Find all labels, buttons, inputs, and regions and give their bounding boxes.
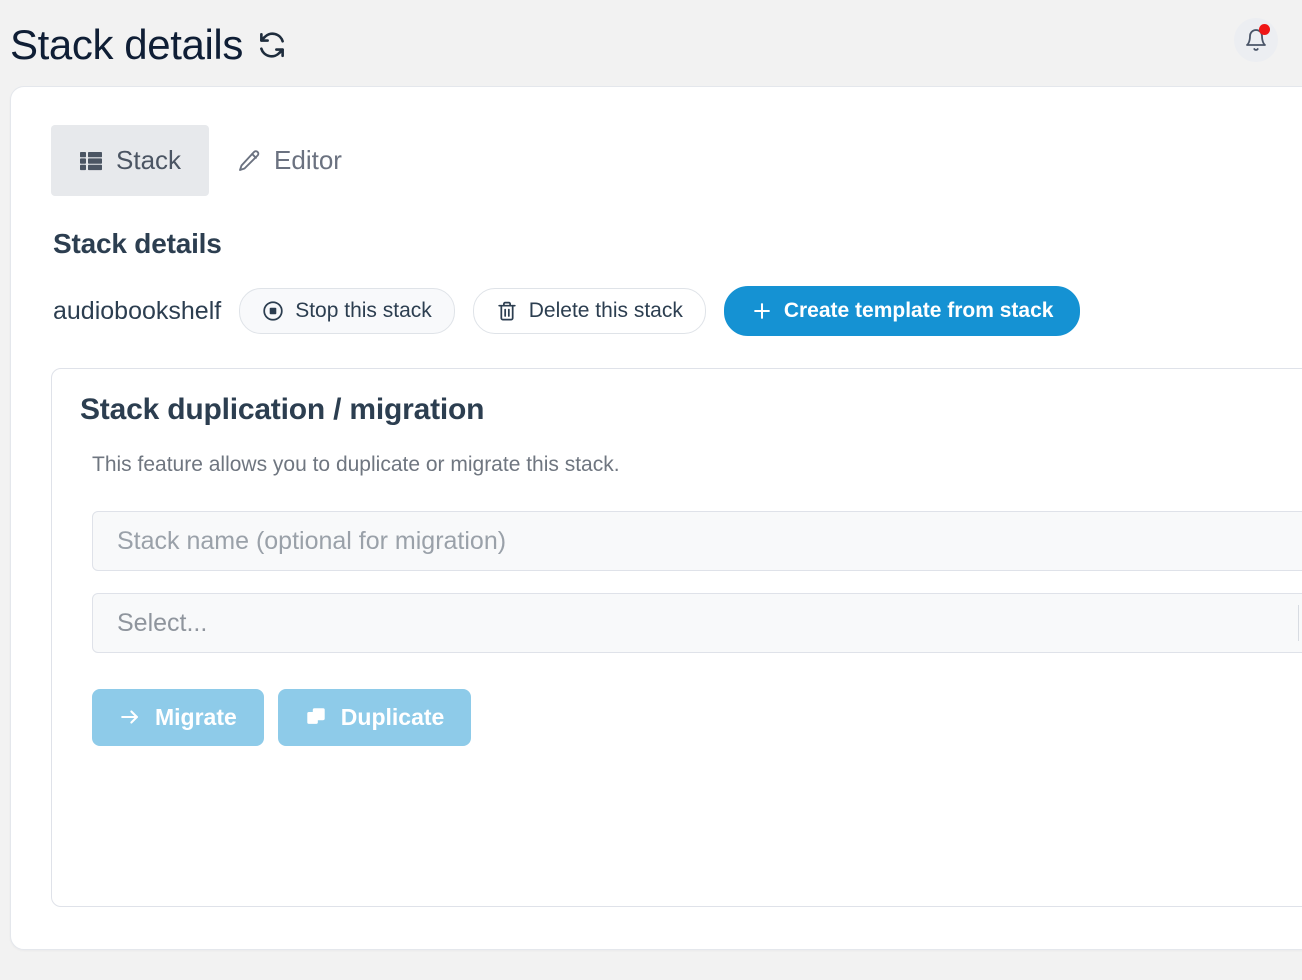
stop-circle-icon (262, 300, 284, 322)
page-title: Stack details (10, 24, 243, 66)
delete-stack-label: Delete this stack (529, 299, 683, 323)
endpoint-select-placeholder: Select... (117, 609, 207, 638)
stack-duplication-card: Stack duplication / migration This featu… (51, 368, 1302, 907)
notification-dot (1259, 24, 1270, 35)
tab-stack-label: Stack (116, 145, 181, 176)
tab-editor[interactable]: Editor (209, 125, 370, 196)
page-header: Stack details (0, 0, 1302, 86)
endpoint-select[interactable]: Select... (92, 593, 1302, 653)
duplicate-button[interactable]: Duplicate (278, 689, 472, 745)
migrate-label: Migrate (155, 704, 237, 730)
stack-name-field-wrap (92, 511, 1302, 571)
tab-stack[interactable]: Stack (51, 125, 209, 196)
page-title-group: Stack details (10, 20, 287, 66)
create-template-label: Create template from stack (784, 299, 1054, 323)
refresh-icon[interactable] (257, 30, 287, 60)
stack-name-label: audiobookshelf (53, 297, 221, 326)
duplication-card-description: This feature allows you to duplicate or … (92, 453, 1302, 477)
stack-details-heading: Stack details (53, 228, 1302, 260)
list-grid-icon (79, 149, 103, 173)
duplication-card-title: Stack duplication / migration (80, 393, 1302, 427)
copy-icon (305, 706, 327, 728)
pencil-icon (237, 149, 261, 173)
plus-icon (751, 300, 773, 322)
tab-bar: Stack Editor (51, 125, 1302, 196)
stop-stack-button[interactable]: Stop this stack (239, 288, 455, 334)
duplication-footer-actions: Migrate Duplicate (92, 689, 1302, 745)
tab-editor-label: Editor (274, 145, 342, 176)
stop-stack-label: Stop this stack (295, 299, 432, 323)
stack-name-input[interactable] (92, 511, 1302, 571)
select-separator (1298, 605, 1299, 641)
stack-action-row: audiobookshelf Stop this stack (53, 286, 1302, 336)
arrow-right-icon (119, 706, 141, 728)
duplicate-label: Duplicate (341, 704, 445, 730)
stack-details-card: Stack Editor Stack details audiobookshel… (10, 86, 1302, 950)
trash-icon (496, 300, 518, 322)
create-template-button[interactable]: Create template from stack (724, 286, 1081, 336)
migrate-button[interactable]: Migrate (92, 689, 264, 745)
delete-stack-button[interactable]: Delete this stack (473, 288, 706, 334)
notifications-button[interactable] (1234, 18, 1278, 62)
endpoint-select-wrap: Select... (92, 593, 1302, 653)
